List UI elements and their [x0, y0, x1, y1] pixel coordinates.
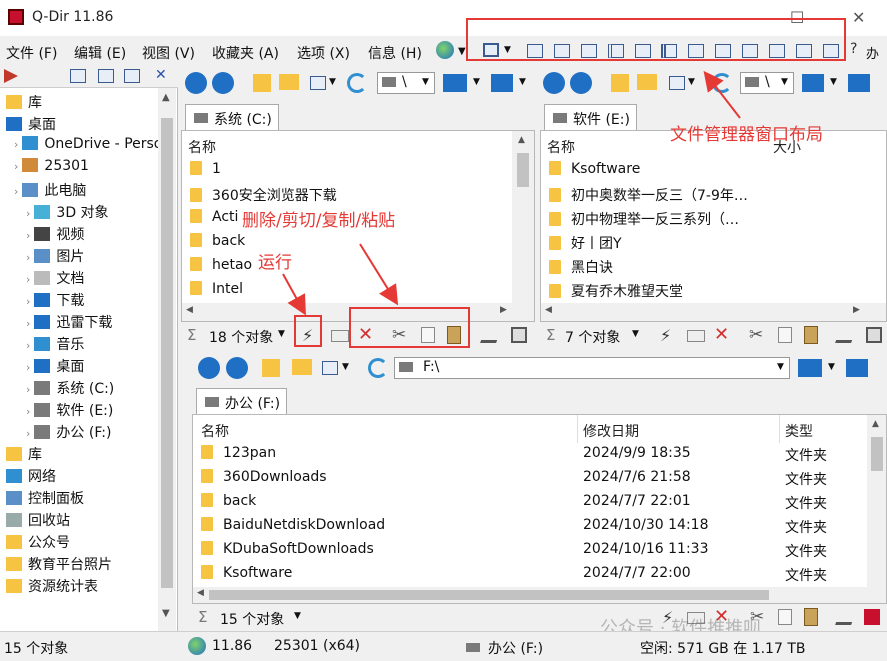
- arrow-edit: [359, 243, 399, 306]
- arrow-run: [282, 273, 306, 316]
- arrow-layout: [703, 70, 741, 119]
- qdir-window: Q-Dir 11.86 ☐ ✕ 文件 (F) 编辑 (E) 视图 (V) 收藏夹…: [0, 0, 887, 661]
- annotation-arrows: [282, 70, 741, 316]
